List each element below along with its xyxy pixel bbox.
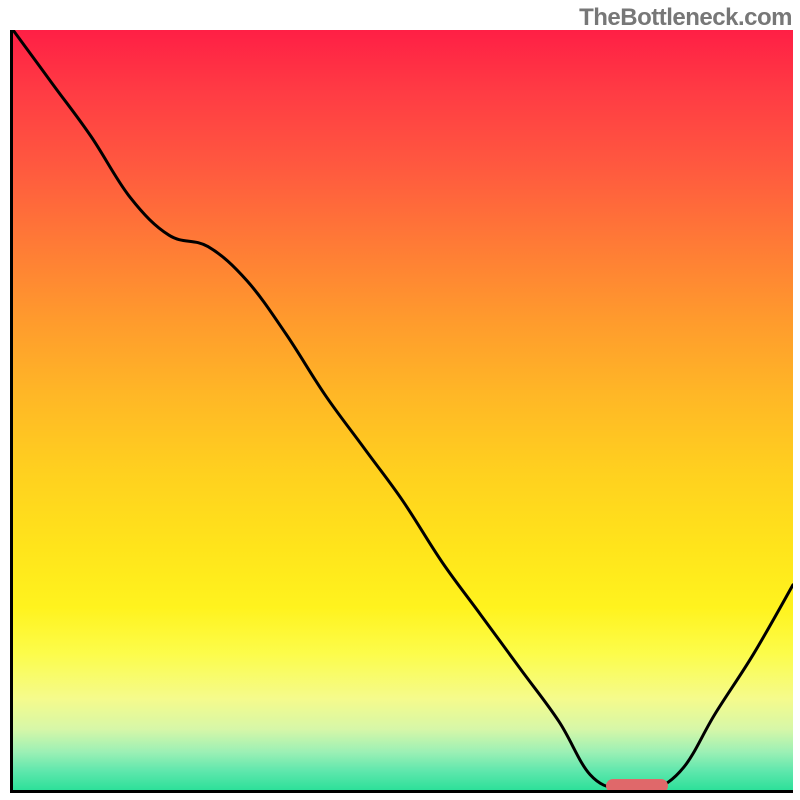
optimal-range-marker (606, 779, 668, 793)
chart-container: TheBottleneck.com (0, 0, 800, 800)
watermark-text: TheBottleneck.com (579, 4, 792, 32)
plot-area (10, 30, 793, 793)
bottleneck-curve (13, 30, 793, 790)
